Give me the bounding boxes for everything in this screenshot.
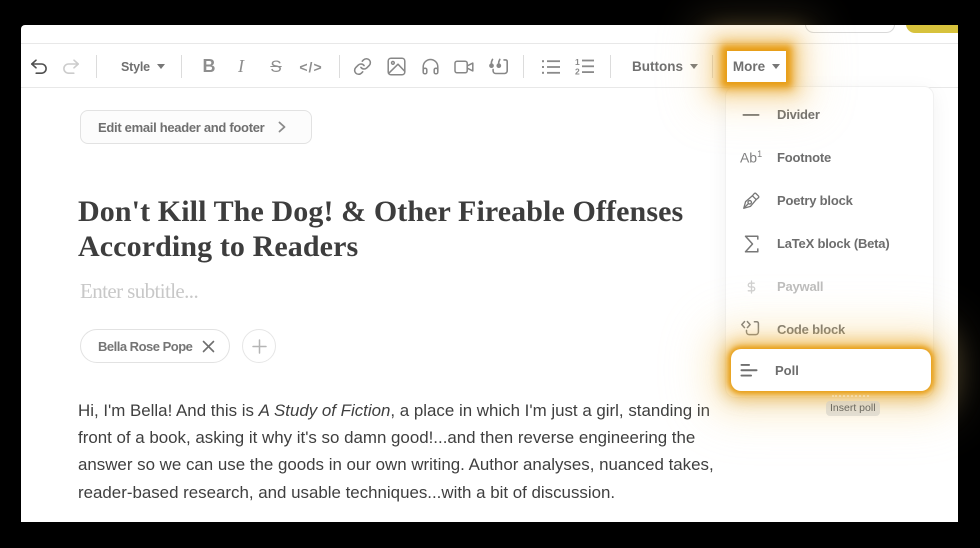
svg-text:2: 2 (575, 67, 580, 76)
